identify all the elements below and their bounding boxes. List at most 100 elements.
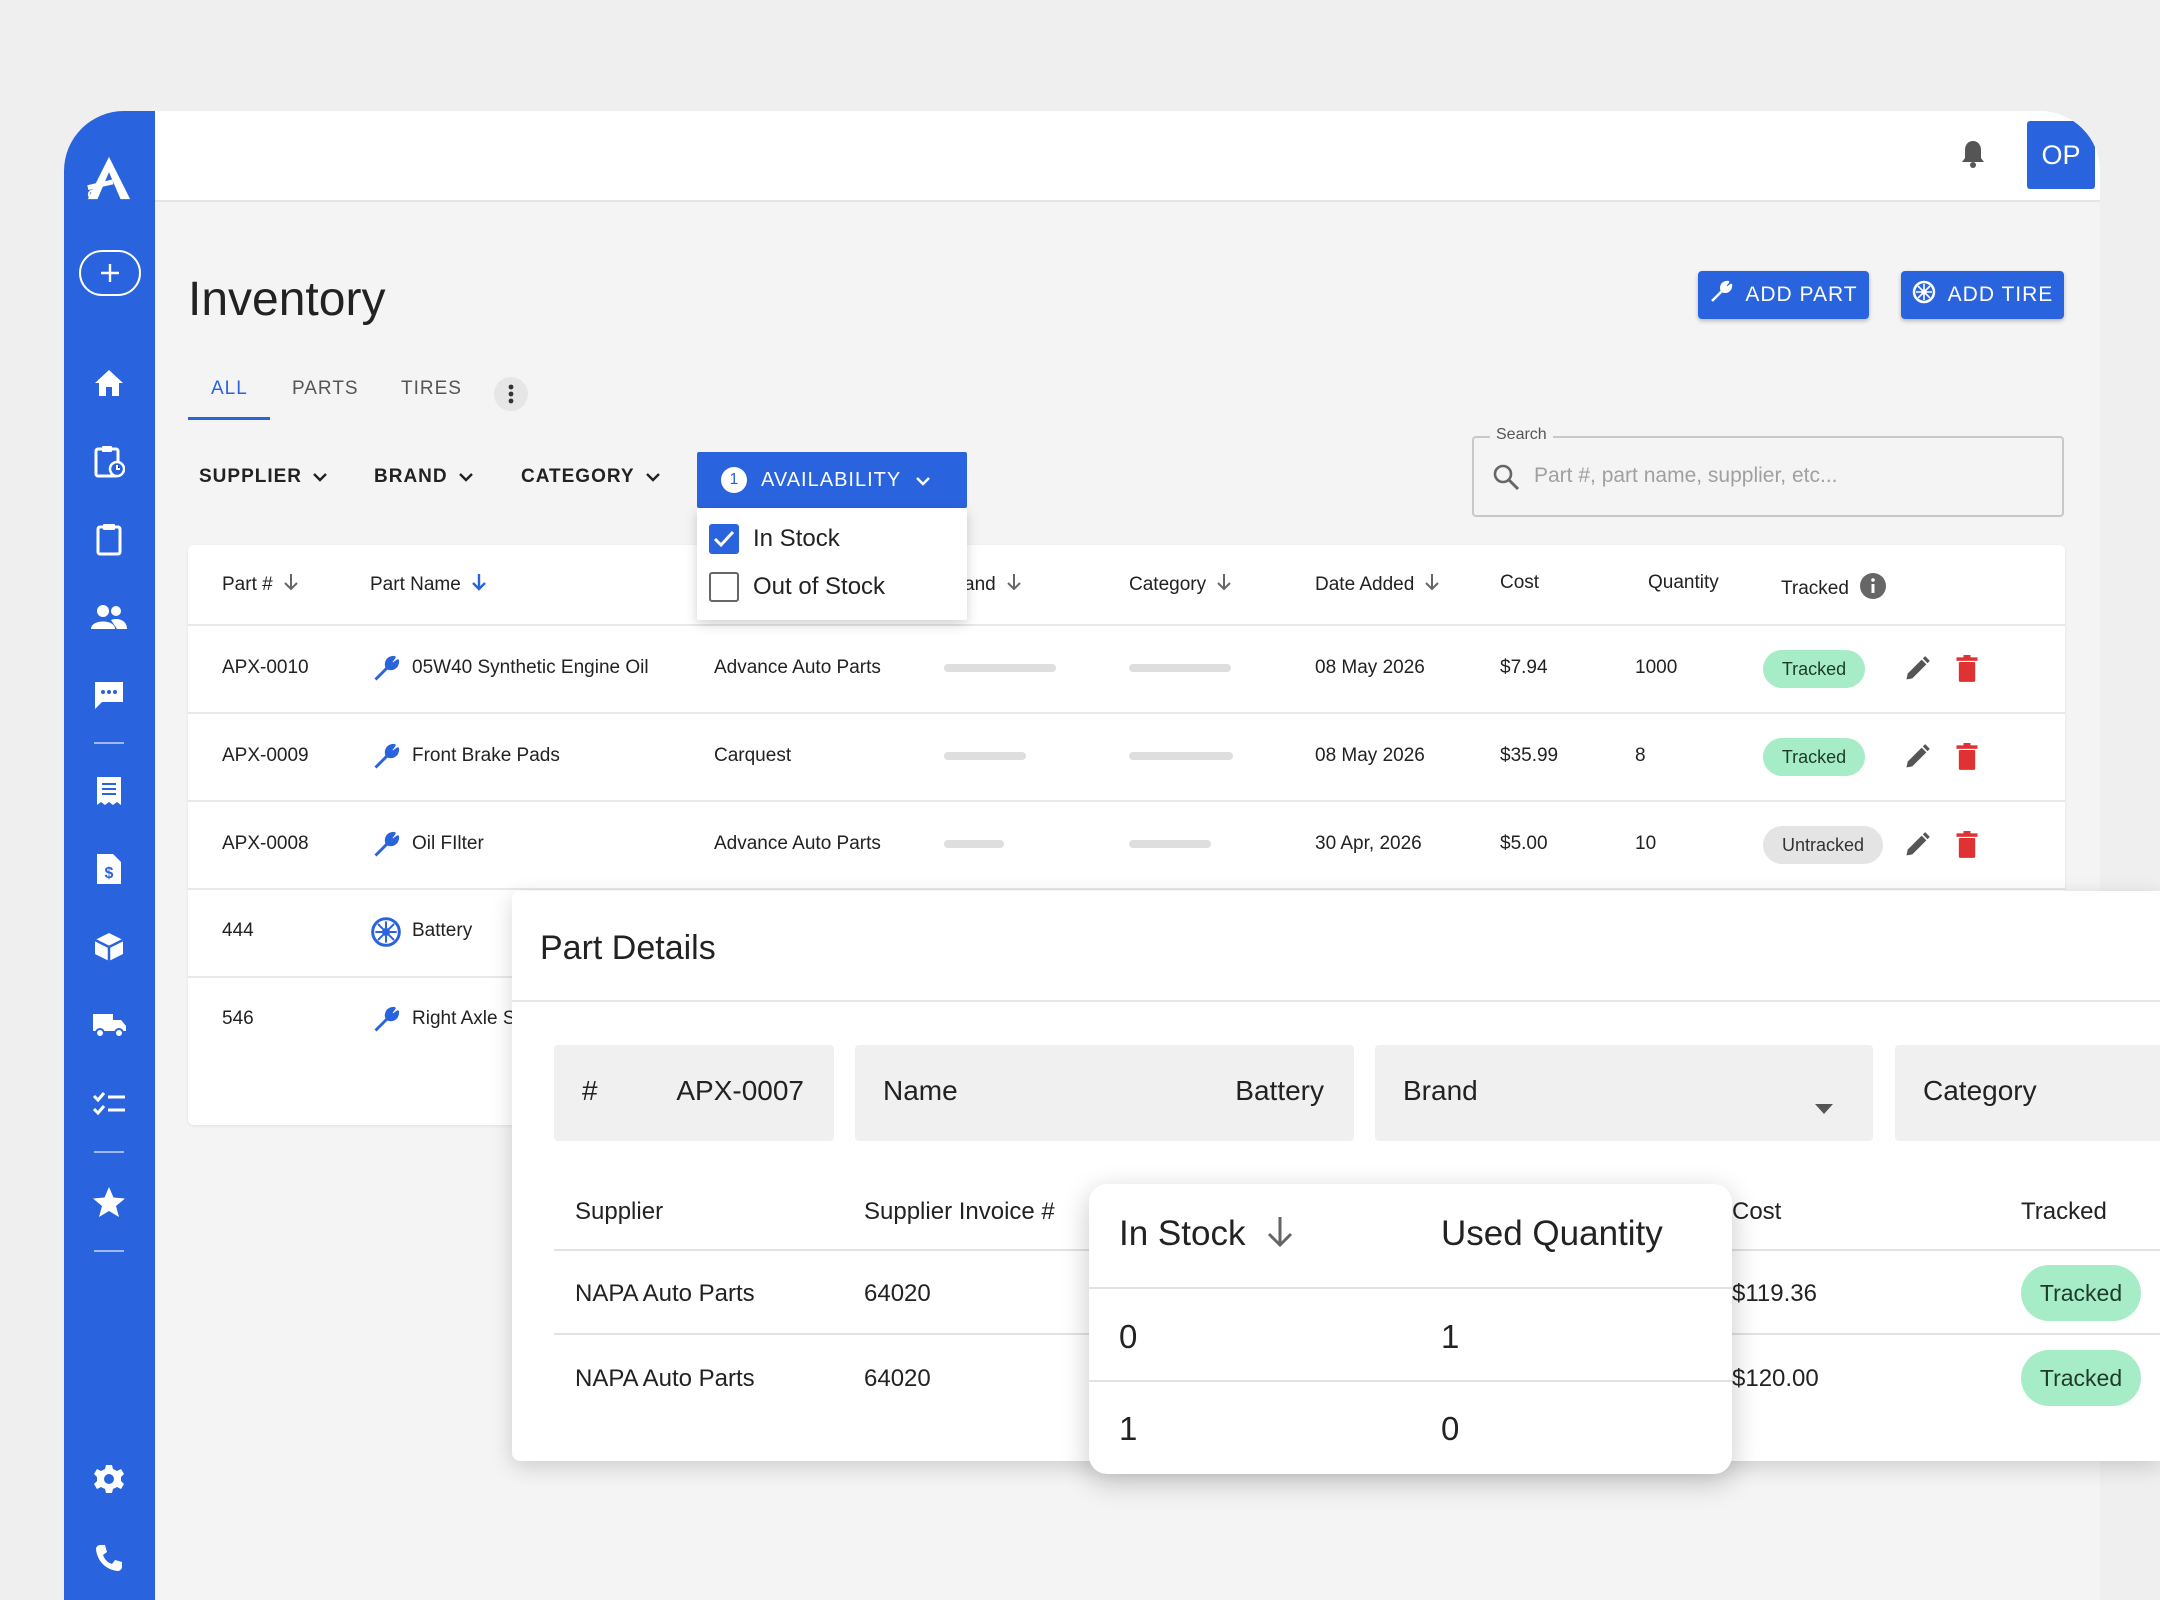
date-added: 08 May 2026: [1315, 745, 1425, 766]
stock-usage-popup: In Stock Used Quantity 0 1 1 0: [1089, 1184, 1732, 1474]
column-header-tracked[interactable]: Tracked: [1781, 572, 1887, 606]
date-added: 30 Apr, 2026: [1315, 833, 1422, 854]
search-label: Search: [1490, 426, 1553, 444]
status-badge: Tracked: [1763, 650, 1865, 688]
phone-icon[interactable]: [84, 1533, 134, 1583]
row-divider: [188, 800, 2065, 802]
supplier: Advance Auto Parts: [714, 833, 881, 854]
messages-icon[interactable]: [84, 670, 134, 720]
delivery-truck-icon[interactable]: [84, 1000, 134, 1050]
svg-text:$: $: [105, 865, 114, 882]
active-filter-count-badge: 1: [721, 467, 747, 493]
wrench-icon: [372, 743, 400, 776]
sidebar: $: [64, 111, 155, 1600]
part-number-field[interactable]: # APX-0007: [554, 1045, 834, 1141]
part-name: Right Axle S: [412, 1008, 516, 1029]
invoice-list-icon[interactable]: [84, 766, 134, 816]
chevron-down-icon: [645, 466, 661, 488]
tab-parts[interactable]: PARTS: [292, 378, 359, 400]
cost: $5.00: [1500, 833, 1548, 854]
tab-tires[interactable]: TIRES: [401, 378, 462, 400]
wrench-icon: [372, 1006, 400, 1039]
notifications-bell-icon[interactable]: [1960, 139, 1986, 174]
sort-arrow-down-icon: [1265, 1215, 1295, 1254]
column-header-part-number[interactable]: Part #: [222, 572, 299, 598]
brand-placeholder-bar: [944, 840, 1004, 848]
column-header-category[interactable]: Category: [1129, 572, 1232, 598]
part-number: APX-0010: [222, 657, 309, 678]
availability-filter-button[interactable]: 1 AVAILABILITY: [697, 452, 967, 508]
column-header-cost: Cost: [1732, 1198, 1782, 1225]
supplier: NAPA Auto Parts: [575, 1280, 755, 1307]
delete-trash-icon[interactable]: [1955, 831, 1979, 864]
brand-select[interactable]: Brand: [1375, 1045, 1873, 1141]
clipboard-icon[interactable]: [84, 514, 134, 564]
edit-pencil-icon[interactable]: [1903, 831, 1931, 864]
home-icon[interactable]: [84, 358, 134, 408]
category-filter[interactable]: CATEGORY: [521, 466, 661, 488]
search-icon: [1492, 463, 1520, 496]
checkbox-checked[interactable]: [709, 524, 739, 554]
quantity: 1000: [1635, 657, 1678, 678]
quantity: 10: [1635, 833, 1657, 854]
part-number: APX-0008: [222, 833, 309, 854]
row-divider: [1089, 1287, 1732, 1289]
edit-pencil-icon[interactable]: [1903, 655, 1931, 688]
edit-pencil-icon[interactable]: [1903, 743, 1931, 776]
chevron-down-icon: [915, 469, 931, 492]
delete-trash-icon[interactable]: [1955, 743, 1979, 776]
create-new-button[interactable]: [78, 249, 142, 297]
part-name: Front Brake Pads: [412, 745, 560, 766]
column-header-used-quantity[interactable]: Used Quantity: [1441, 1214, 1663, 1254]
supplier-invoice: 64020: [864, 1365, 931, 1392]
supplier-invoice: 64020: [864, 1280, 931, 1307]
billing-document-icon[interactable]: $: [84, 844, 134, 894]
star-icon[interactable]: [84, 1177, 134, 1227]
sidebar-divider: [94, 742, 124, 744]
availability-option-out-of-stock[interactable]: Out of Stock: [709, 572, 885, 602]
status-badge: Tracked: [2021, 1265, 2141, 1321]
app-logo[interactable]: [84, 153, 134, 203]
more-options-icon[interactable]: [494, 377, 528, 411]
customers-icon[interactable]: [84, 592, 134, 642]
checkbox-unchecked[interactable]: [709, 572, 739, 602]
status-badge: Tracked: [1763, 738, 1865, 776]
delete-trash-icon[interactable]: [1955, 655, 1979, 688]
wrench-icon: [1709, 280, 1733, 310]
column-header-part-name[interactable]: Part Name: [370, 572, 487, 598]
used-quantity-value: 1: [1441, 1318, 1460, 1355]
used-quantity-value: 0: [1441, 1410, 1460, 1447]
panel-divider: [512, 1000, 2160, 1002]
sort-arrow-down-icon: [1216, 572, 1232, 598]
wrench-icon: [372, 831, 400, 864]
row-divider: [188, 624, 2065, 626]
info-icon[interactable]: [1859, 572, 1887, 606]
column-header-quantity[interactable]: Quantity: [1648, 572, 1719, 594]
add-tire-button[interactable]: ADD TIRE: [1901, 271, 2064, 319]
column-header-in-stock[interactable]: In Stock: [1119, 1214, 1295, 1254]
cost: $119.36: [1732, 1280, 1817, 1307]
availability-option-in-stock[interactable]: In Stock: [709, 524, 840, 554]
category-placeholder-bar: [1129, 664, 1231, 672]
inventory-box-icon[interactable]: [84, 922, 134, 972]
column-header-brand[interactable]: and: [964, 572, 1022, 598]
column-header-cost[interactable]: Cost: [1500, 572, 1539, 594]
part-name-field[interactable]: Name Battery: [855, 1045, 1354, 1141]
category-field[interactable]: Category: [1895, 1045, 2160, 1141]
add-part-button[interactable]: ADD PART: [1698, 271, 1869, 319]
supplier-filter[interactable]: SUPPLIER: [199, 466, 328, 488]
dropdown-arrow-icon: [1815, 1089, 1833, 1121]
user-avatar[interactable]: OP: [2027, 121, 2095, 189]
search-field[interactable]: Search Part #, part name, supplier, etc.…: [1472, 426, 2064, 517]
column-header-date-added[interactable]: Date Added: [1315, 572, 1440, 598]
date-added: 08 May 2026: [1315, 657, 1425, 678]
category-placeholder-bar: [1129, 752, 1233, 760]
scheduled-clipboard-icon[interactable]: [84, 436, 134, 486]
row-divider: [188, 712, 2065, 714]
tire-icon: [370, 916, 402, 953]
settings-gear-icon[interactable]: [84, 1454, 134, 1504]
part-name: Oil FIlter: [412, 833, 484, 854]
tab-all[interactable]: ALL: [211, 378, 248, 400]
checklist-icon[interactable]: [84, 1078, 134, 1128]
brand-filter[interactable]: BRAND: [374, 466, 474, 488]
